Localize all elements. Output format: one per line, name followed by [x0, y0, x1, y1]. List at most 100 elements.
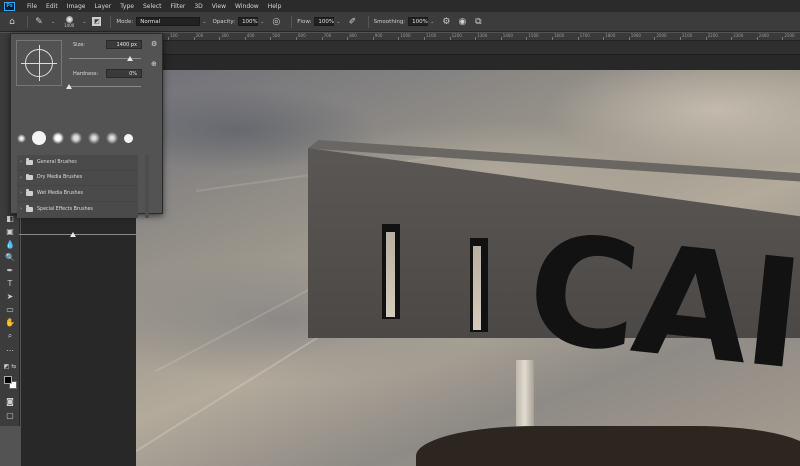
menu-layer[interactable]: Layer	[94, 3, 111, 10]
smoothing-field[interactable]: 100%	[408, 17, 429, 26]
brush-settings-panel-icon[interactable]: ◩	[92, 17, 102, 26]
create-preset-icon[interactable]: ⊕	[151, 60, 157, 68]
size-slider-thumb[interactable]	[127, 56, 134, 61]
menu-filter[interactable]: Filter	[171, 3, 186, 10]
menu-view[interactable]: View	[212, 3, 226, 10]
home-icon[interactable]: ⌂	[6, 16, 18, 28]
chevron-right-icon[interactable]: ›	[20, 190, 22, 196]
screen-mode-icon[interactable]: ▢	[3, 410, 17, 421]
recent-brush-tips	[17, 130, 149, 146]
menu-file[interactable]: File	[27, 3, 37, 10]
ruler-tick	[321, 37, 323, 40]
more-tools-icon[interactable]: ⋯	[3, 345, 17, 356]
pressure-size-icon[interactable]: ◉	[456, 16, 468, 28]
ruler-tick-label: 400	[246, 33, 255, 38]
pen-tool-icon[interactable]: ✒	[3, 265, 17, 276]
ruler-tick-label: 2200	[707, 33, 718, 38]
preview-size-slider-thumb[interactable]	[70, 232, 76, 237]
ruler-tick-label: 600	[298, 33, 306, 38]
gradient-tool-icon[interactable]: ▣	[3, 226, 17, 237]
size-value: 1400 px	[116, 41, 137, 48]
ruler-tick	[424, 37, 425, 40]
ruler-tick	[449, 37, 451, 40]
hardness-slider-thumb[interactable]	[66, 84, 72, 89]
ruler-tick-label: 500	[272, 33, 281, 38]
default-colors-icon[interactable]: ◩ ⇆	[3, 361, 17, 372]
chevron-down-icon[interactable]: ⌄	[430, 19, 434, 25]
menu-edit[interactable]: Edit	[46, 3, 58, 10]
ruler-tick	[782, 37, 784, 40]
brush-tip-icon[interactable]	[88, 132, 100, 144]
mode-label: Mode:	[116, 18, 134, 25]
options-bar: ⌂ ✎ ⌄ 1400 ⌄ ◩ Mode: Normal ⌄ Opacity: 1…	[0, 12, 800, 32]
rectangle-tool-icon[interactable]: ▭	[3, 304, 17, 315]
brush-tip-icon[interactable]	[124, 133, 133, 143]
chevron-down-icon[interactable]: ⌄	[202, 19, 206, 25]
sign-letters: CAI	[519, 202, 800, 404]
folder-special-effects-brushes[interactable]: › Special Effects Brushes	[17, 202, 138, 218]
ruler-tick	[244, 37, 246, 40]
chevron-down-icon[interactable]: ⌄	[260, 19, 264, 25]
dodge-tool-icon[interactable]: 🔍	[3, 252, 17, 263]
brush-preset-picker-button[interactable]: 1400	[61, 15, 77, 29]
folder-label: Wet Media Brushes	[37, 190, 84, 196]
gear-icon[interactable]: ⚙	[151, 40, 157, 48]
chevron-right-icon[interactable]: ›	[20, 159, 22, 165]
mode-select[interactable]: Normal	[136, 17, 201, 26]
menu-window[interactable]: Window	[235, 3, 259, 10]
brush-tip-icon[interactable]	[32, 131, 46, 145]
chevron-right-icon[interactable]: ›	[20, 175, 22, 181]
menu-help[interactable]: Help	[268, 3, 282, 10]
folder-wet-media-brushes[interactable]: › Wet Media Brushes	[17, 186, 138, 202]
chevron-down-icon[interactable]: ⌄	[336, 19, 340, 25]
hand-tool-icon[interactable]: ✋	[3, 317, 17, 328]
building-roof	[416, 426, 800, 466]
brush-tip-icon[interactable]	[106, 132, 118, 144]
hardness-field[interactable]: 0%	[106, 69, 142, 78]
separator	[291, 15, 293, 28]
ruler-tick	[296, 37, 297, 40]
preview-size-slider[interactable]	[19, 234, 145, 235]
path-selection-tool-icon[interactable]: ➤	[3, 291, 17, 302]
separator	[27, 15, 28, 28]
menu-select[interactable]: Select	[143, 3, 162, 10]
brush-tip-icon[interactable]	[17, 133, 26, 143]
brush-tip-icon	[65, 15, 73, 23]
type-tool-icon[interactable]: T	[3, 278, 17, 289]
folder-label: Special Effects Brushes	[37, 206, 93, 212]
brush-preview	[16, 40, 62, 86]
opacity-field[interactable]: 100%	[238, 17, 259, 26]
chevron-right-icon[interactable]: ›	[20, 206, 22, 212]
brush-tip-icon[interactable]	[70, 132, 82, 144]
blur-tool-icon[interactable]: 💧	[3, 239, 17, 250]
chevron-down-icon[interactable]: ⌄	[82, 19, 86, 25]
folder-dry-media-brushes[interactable]: › Dry Media Brushes	[17, 171, 138, 186]
ruler-tick	[168, 37, 169, 40]
menu-type[interactable]: Type	[120, 3, 134, 10]
chevron-down-icon[interactable]: ⌄	[51, 19, 55, 25]
folder-general-brushes[interactable]: › General Brushes	[17, 155, 138, 171]
gear-icon[interactable]: ⚙	[440, 16, 452, 28]
menu-3d[interactable]: 3D	[194, 3, 202, 10]
ruler-tick	[219, 37, 221, 40]
pressure-opacity-icon[interactable]: ◎	[270, 16, 282, 28]
size-field[interactable]: 1400 px	[106, 40, 142, 49]
menu-image[interactable]: Image	[67, 3, 86, 10]
flow-field[interactable]: 100%	[314, 17, 335, 26]
opacity-label: Opacity:	[212, 18, 236, 25]
zoom-tool-icon[interactable]: ⌕	[3, 330, 17, 341]
folder-list-scrollbar[interactable]	[145, 155, 149, 218]
image-canvas[interactable]: CAI	[136, 70, 800, 466]
quick-mask-icon[interactable]: ◙	[3, 396, 17, 407]
ruler-tick-label: 900	[374, 33, 383, 38]
eraser-tool-icon[interactable]: ◧	[3, 213, 17, 224]
brush-tool-icon[interactable]: ✎	[33, 16, 45, 28]
brush-tip-icon[interactable]	[52, 132, 64, 144]
airbrush-icon[interactable]: ✐	[347, 16, 359, 28]
symmetry-icon[interactable]: ⧉	[472, 16, 484, 28]
folder-label: Dry Media Brushes	[37, 175, 83, 181]
brush-folder-list: › General Brushes › Dry Media Brushes › Wet…	[17, 155, 138, 218]
ruler-tick-label: 2100	[682, 33, 693, 38]
foreground-color-swatch[interactable]	[4, 376, 12, 384]
hardness-slider[interactable]	[69, 86, 141, 87]
